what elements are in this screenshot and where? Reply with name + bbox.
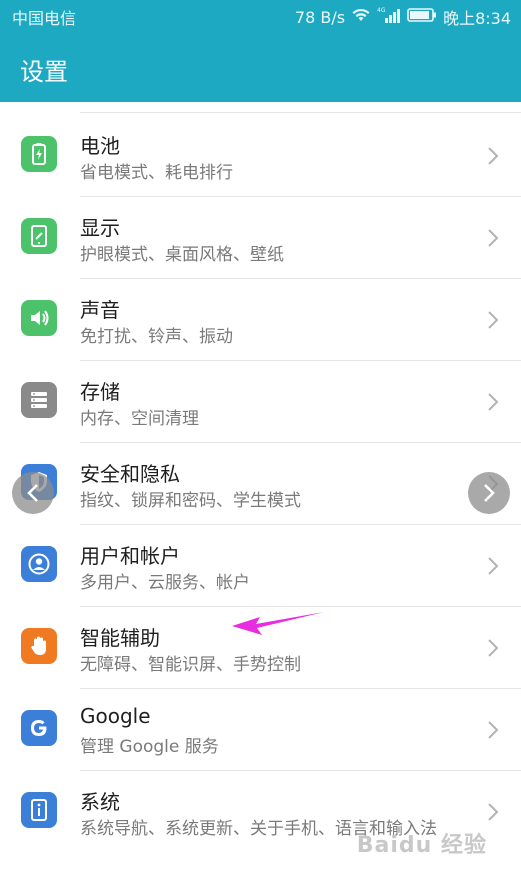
settings-item-subtitle: 指纹、锁屏和密码、学生模式 bbox=[80, 491, 301, 511]
settings-item-title: 系统 bbox=[80, 790, 120, 814]
chevron-right-icon bbox=[488, 147, 499, 165]
settings-item-security[interactable]: 安全和隐私 指纹、锁屏和密码、学生模式 bbox=[0, 442, 521, 524]
carrier-label: 中国电信 bbox=[12, 9, 77, 28]
settings-item-subtitle: 护眼模式、桌面风格、壁纸 bbox=[80, 245, 284, 265]
settings-item-storage[interactable]: 存储 内存、空间清理 bbox=[0, 360, 521, 442]
settings-item-title: 声音 bbox=[80, 298, 120, 322]
network-speed: 78 B/s bbox=[294, 7, 346, 27]
chevron-right-icon bbox=[488, 229, 499, 247]
settings-item-subtitle: 无障碍、智能识屏、手势控制 bbox=[80, 655, 301, 675]
storage-icon bbox=[21, 382, 57, 418]
previous-button[interactable] bbox=[12, 472, 54, 514]
settings-item-subtitle: 管理 Google 服务 bbox=[80, 737, 219, 757]
settings-item-sound[interactable]: 声音 免打扰、铃声、振动 bbox=[0, 278, 521, 360]
settings-item-google[interactable]: Google 管理 Google 服务 bbox=[0, 688, 521, 770]
settings-item-subtitle: 多用户、云服务、帐户 bbox=[80, 573, 250, 593]
signal-icon: 4G bbox=[377, 6, 401, 28]
chevron-right-icon bbox=[484, 484, 495, 502]
chevron-right-icon bbox=[488, 393, 499, 411]
settings-item-title: 电池 bbox=[80, 134, 120, 158]
annotation-arrow-icon bbox=[232, 612, 324, 635]
settings-item-subtitle: 省电模式、耗电排行 bbox=[80, 163, 233, 183]
settings-item-users[interactable]: 用户和帐户 多用户、云服务、帐户 bbox=[0, 524, 521, 606]
display-icon bbox=[21, 218, 57, 254]
chevron-left-icon bbox=[27, 484, 38, 502]
divider bbox=[80, 112, 521, 113]
hand-icon bbox=[21, 628, 57, 664]
settings-item-title: 用户和帐户 bbox=[80, 544, 180, 568]
settings-header: 设置 bbox=[0, 30, 521, 102]
status-indicators: 78 B/s 4G 晚上8:34 bbox=[295, 5, 511, 29]
chevron-right-icon bbox=[488, 721, 499, 739]
settings-item-title: 智能辅助 bbox=[80, 626, 160, 650]
chevron-right-icon bbox=[488, 639, 499, 657]
next-button[interactable] bbox=[468, 472, 510, 514]
speaker-icon bbox=[21, 300, 57, 336]
battery-icon bbox=[21, 136, 57, 172]
chevron-right-icon bbox=[488, 311, 499, 329]
user-icon bbox=[21, 546, 57, 582]
google-icon bbox=[21, 710, 57, 746]
settings-item-subtitle: 免打扰、铃声、振动 bbox=[80, 327, 233, 347]
wifi-icon bbox=[351, 7, 371, 27]
watermark: Baidu 经验 bbox=[356, 833, 487, 858]
settings-item-title: 显示 bbox=[80, 216, 120, 240]
settings-item-title: 安全和隐私 bbox=[80, 462, 180, 486]
settings-item-display[interactable]: 显示 护眼模式、桌面风格、壁纸 bbox=[0, 196, 521, 278]
network-type-label: 4G bbox=[377, 7, 386, 14]
settings-item-title: Google bbox=[80, 704, 151, 728]
page-title: 设置 bbox=[20, 58, 68, 86]
settings-item-title: 存储 bbox=[80, 380, 120, 404]
clock: 晚上8:34 bbox=[443, 9, 511, 28]
settings-item-subtitle: 内存、空间清理 bbox=[80, 409, 199, 429]
chevron-right-icon bbox=[488, 803, 499, 821]
info-icon bbox=[21, 792, 57, 828]
battery-status-icon bbox=[407, 7, 437, 27]
settings-item-battery[interactable]: 电池 省电模式、耗电排行 bbox=[0, 114, 521, 196]
status-bar: 中国电信 78 B/s 4G 晚上8:34 bbox=[0, 0, 521, 30]
settings-list[interactable]: 电池 省电模式、耗电排行 显示 护眼模式、桌面风格、壁纸 声音 免打扰、铃声、振… bbox=[0, 102, 521, 873]
chevron-right-icon bbox=[488, 557, 499, 575]
